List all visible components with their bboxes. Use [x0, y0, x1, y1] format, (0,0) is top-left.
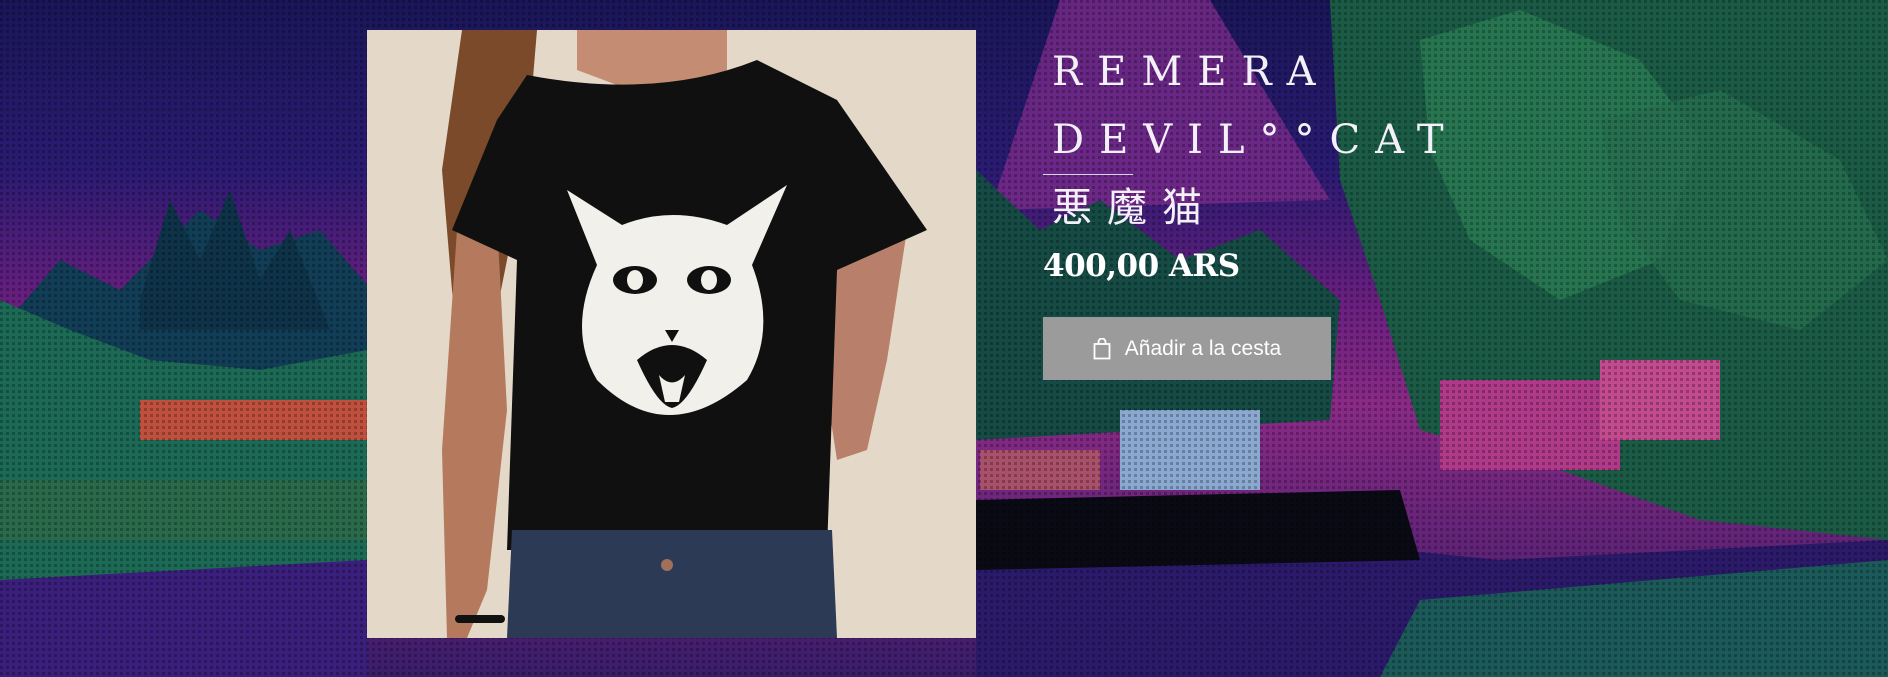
product-price: 400,00 ARS [1043, 248, 1240, 284]
add-to-cart-button[interactable]: Añadir a la cesta [1043, 317, 1331, 380]
shopping-bag-icon [1093, 337, 1111, 360]
product-title: REMERA DEVIL°°CAT 悪魔猫 [1052, 49, 1459, 231]
title-divider [1043, 174, 1133, 175]
add-to-cart-label: Añadir a la cesta [1124, 336, 1282, 360]
product-photo[interactable] [367, 30, 976, 638]
